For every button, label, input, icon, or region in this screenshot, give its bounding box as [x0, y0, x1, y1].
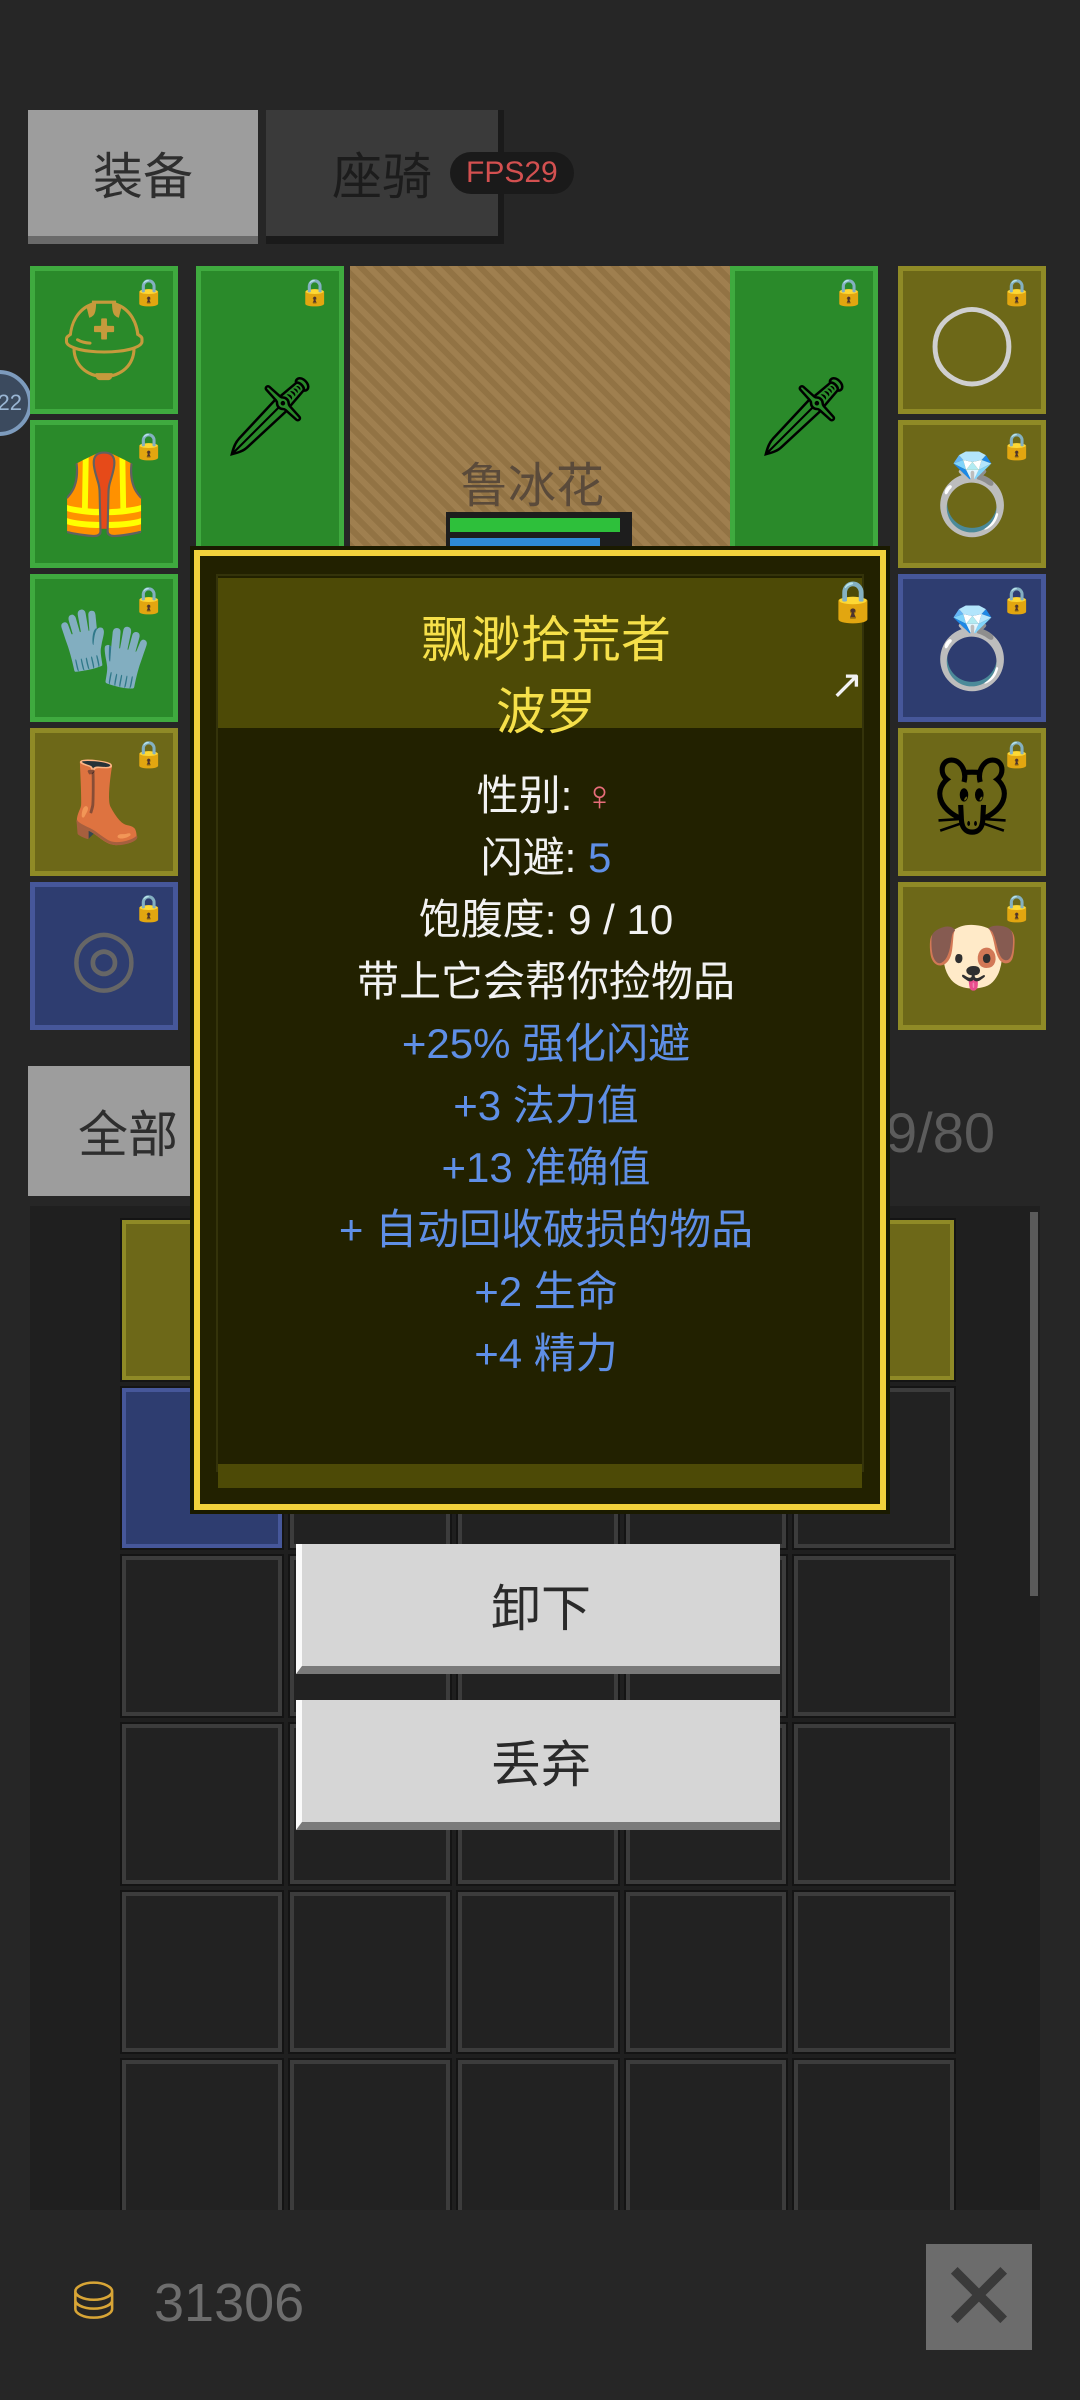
amulet-icon: ◯ [928, 296, 1016, 384]
equip-slot-boots[interactable]: 👢 🔒 [30, 728, 178, 876]
unequip-button[interactable]: 卸下 [296, 1544, 780, 1674]
equip-slot-pet[interactable]: 🐭 🔒 [898, 728, 1046, 876]
side-level-text: 22 [0, 390, 22, 415]
inventory-cell[interactable] [456, 2058, 620, 2210]
bonus-line: +25% 强化闪避 [401, 1020, 691, 1067]
inventory-cell[interactable] [120, 1722, 284, 1886]
bonus-line: +2 生命 [474, 1268, 618, 1315]
bonus-line: +4 精力 [474, 1330, 618, 1377]
gender-label: 性别: [476, 772, 584, 819]
pet-portrait-icon: 🐭 [931, 758, 1013, 846]
side-level-badge[interactable]: 22 [0, 370, 32, 436]
sword-icon: 🗡 [754, 372, 854, 460]
bag-capacity: 9/80 [886, 1101, 995, 1164]
lock-icon: 🔒 [132, 739, 165, 769]
item-description: 带上它会帮你捡物品 [356, 958, 735, 1005]
lock-icon: 🔒 [132, 431, 165, 461]
belt-icon: ◎ [69, 912, 139, 1000]
inventory-cell[interactable] [456, 1890, 620, 2054]
inventory-cell[interactable] [120, 2058, 284, 2210]
inventory-cell[interactable] [792, 1890, 956, 2054]
sword-icon: 🗡 [220, 372, 320, 460]
inventory-cell[interactable] [120, 1554, 284, 1718]
lock-icon: 🔒 [1000, 431, 1033, 461]
item-subtitle: 波罗 [496, 684, 596, 740]
pet-dog-icon: 🐶 [923, 912, 1021, 1000]
equip-slot-armor[interactable]: 🦺 🔒 [30, 420, 178, 568]
lock-icon: 🔒 [1000, 277, 1033, 307]
inventory-scrollbar[interactable] [1030, 1212, 1038, 1596]
sapphire-ring-icon: 💍 [923, 450, 1021, 538]
evasion-label: 闪避: [480, 834, 588, 881]
item-title: 飘渺拾荒者 [421, 612, 671, 668]
chest-armor-icon: 🦺 [55, 450, 153, 538]
boots-icon: 👢 [55, 758, 153, 846]
bonus-line: +3 法力值 [453, 1082, 639, 1129]
female-gender-icon: ♀ [583, 772, 616, 819]
equip-slot-weapon-right[interactable]: 🗡 🔒 [730, 266, 878, 566]
tooltip-footer [218, 1464, 862, 1488]
fps-badge: FPS29 [450, 152, 574, 194]
lock-icon: 🔒 [132, 585, 165, 615]
equip-slot-ring-1[interactable]: 💍 🔒 [898, 420, 1046, 568]
discard-button[interactable]: 丢弃 [296, 1700, 780, 1830]
satiety-row: 饱腹度: 9 / 10 [418, 896, 674, 943]
lock-icon: 🔒 [132, 893, 165, 923]
inventory-cell[interactable] [120, 1890, 284, 2054]
tab-equipment[interactable]: 装备 [28, 110, 258, 244]
equip-slot-belt[interactable]: ◎ 🔒 [30, 882, 178, 1030]
gold-amount: 31306 [154, 2273, 305, 2333]
equip-slot-weapon-left[interactable]: 🗡 🔒 [196, 266, 344, 566]
inventory-cell[interactable] [624, 2058, 788, 2210]
evasion-row: 闪避: 5 [200, 824, 892, 885]
gold-coins-icon: ⛁ [72, 2273, 116, 2331]
equip-slot-gloves[interactable]: 🧤 🔒 [30, 574, 178, 722]
lock-icon: 🔒 [298, 277, 331, 307]
amethyst-ring-icon: 💍 [923, 604, 1021, 692]
bonus-line: +13 准确值 [441, 1144, 651, 1191]
equip-slot-ring-2[interactable]: 💍 🔒 [898, 574, 1046, 722]
close-button[interactable]: ✕ [926, 2244, 1032, 2351]
inventory-cell[interactable] [792, 1554, 956, 1718]
close-icon: ✕ [938, 2244, 1020, 2351]
lock-icon: 🔒 [1000, 739, 1033, 769]
equip-slot-pet-2[interactable]: 🐶 🔒 [898, 882, 1046, 1030]
gender-row: 性别: ♀ [200, 762, 892, 823]
lock-icon[interactable]: 🔒 [828, 578, 878, 625]
lock-icon: 🔒 [832, 277, 865, 307]
helmet-icon: ⛑ [54, 296, 154, 384]
inventory-cell[interactable] [624, 1890, 788, 2054]
inventory-cell[interactable] [288, 1890, 452, 2054]
inventory-cell[interactable] [792, 1722, 956, 1886]
equip-slot-helmet[interactable]: ⛑ 🔒 [30, 266, 178, 414]
lock-icon: 🔒 [1000, 585, 1033, 615]
inventory-cell[interactable] [792, 2058, 956, 2210]
character-name: 鲁冰花 [460, 460, 605, 513]
inventory-cell[interactable] [288, 2058, 452, 2210]
external-link-icon[interactable]: ↗ [830, 662, 864, 708]
equip-slot-amulet[interactable]: ◯ 🔒 [898, 266, 1046, 414]
item-tooltip: 飘渺拾荒者 波罗 🔒 ↗ 性别: ♀ 闪避: 5 饱腹度: 9 / 10 带上它… [194, 550, 886, 1510]
bonus-line: + 自动回收破损的物品 [338, 1206, 754, 1253]
lock-icon: 🔒 [1000, 893, 1033, 923]
evasion-value: 5 [587, 834, 612, 881]
lock-icon: 🔒 [132, 277, 165, 307]
gloves-icon: 🧤 [55, 604, 153, 692]
